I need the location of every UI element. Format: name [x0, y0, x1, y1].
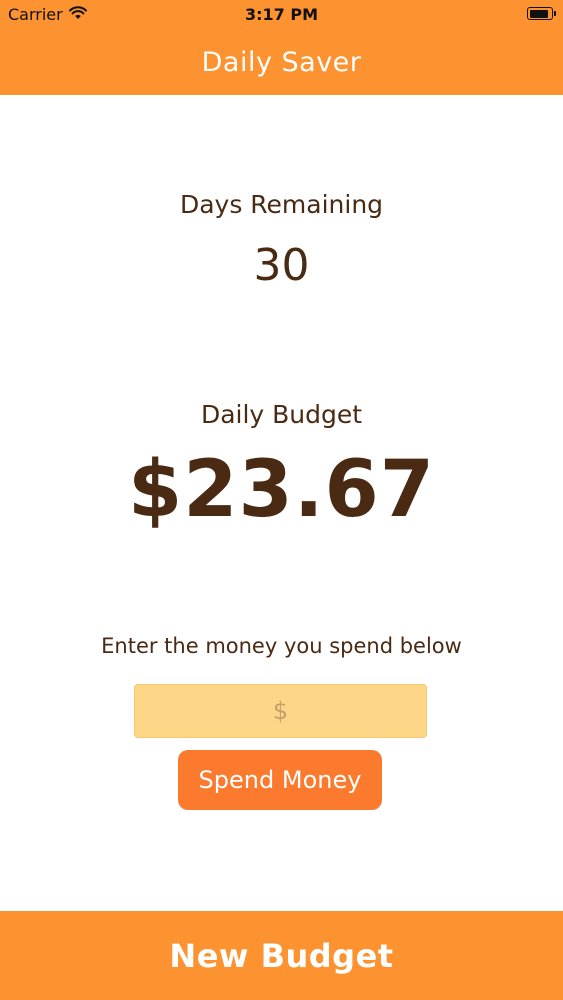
- spend-amount-input[interactable]: [134, 684, 427, 738]
- spend-money-button[interactable]: Spend Money: [178, 750, 382, 810]
- status-time: 3:17 PM: [244, 5, 318, 24]
- battery-fill: [529, 9, 548, 18]
- daily-budget-label: Daily Budget: [200, 400, 363, 429]
- status-bar: Carrier 3:17 PM: [0, 0, 563, 30]
- navigation-bar: Daily Saver: [0, 30, 563, 95]
- new-budget-button[interactable]: New Budget: [0, 911, 563, 1000]
- days-remaining-value: 30: [253, 240, 310, 291]
- battery-icon: [527, 7, 556, 20]
- days-remaining-label: Days Remaining: [179, 190, 384, 219]
- app-screen: Carrier 3:17 PM Daily Saver Days Remaini…: [0, 0, 563, 1000]
- daily-budget-value: $23.67: [128, 445, 435, 535]
- spend-prompt-label: Enter the money you spend below: [101, 634, 462, 658]
- page-title: Daily Saver: [201, 47, 362, 78]
